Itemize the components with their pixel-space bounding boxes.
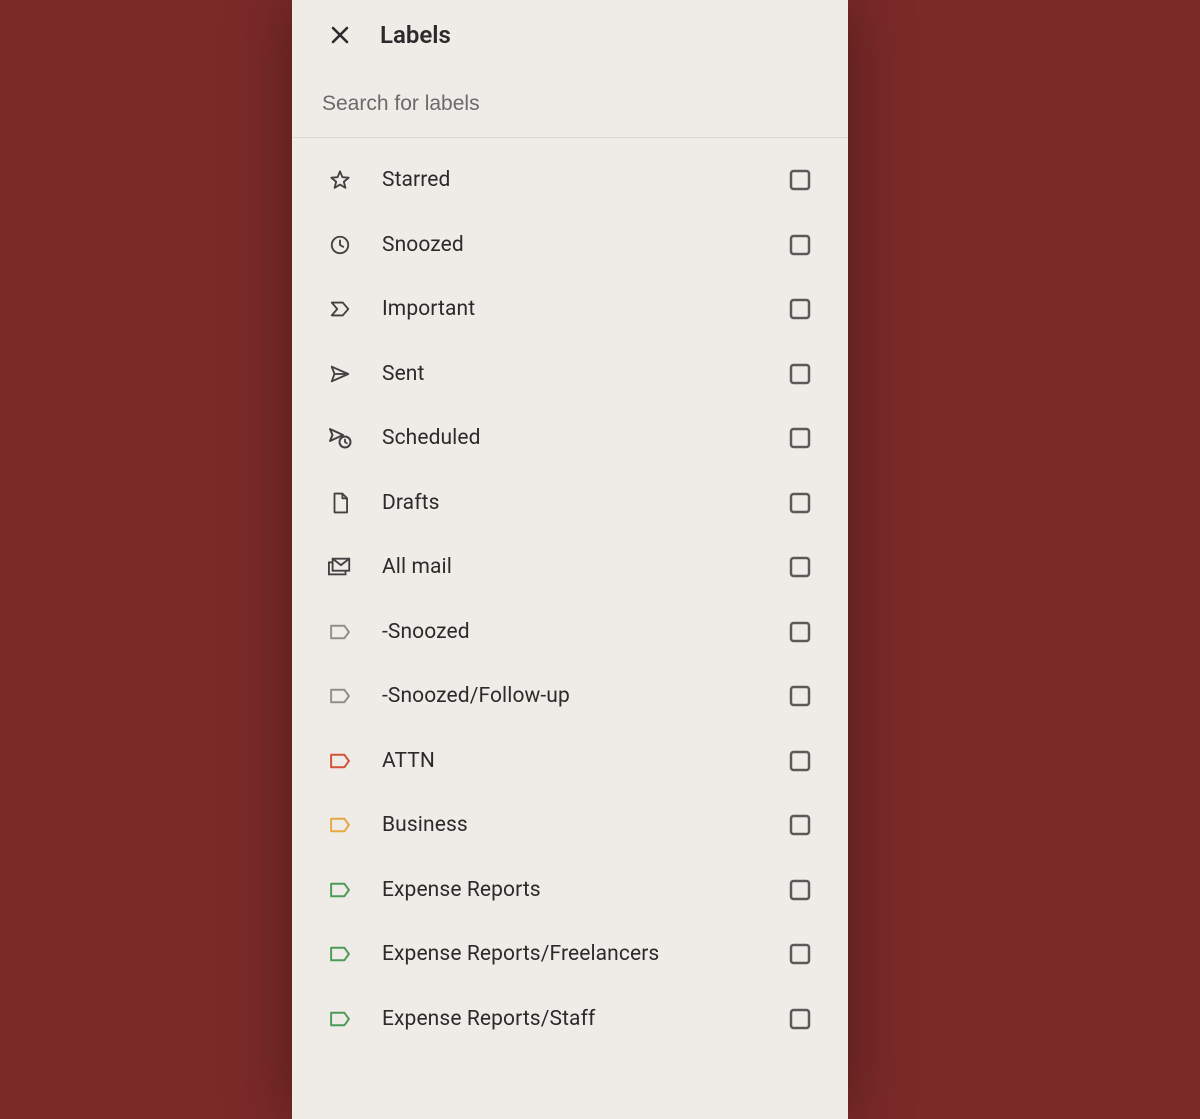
label-list: Starred Snoozed Important Sent Scheduled Draf… — [292, 138, 848, 1051]
label-item-business[interactable]: Business — [292, 793, 848, 858]
panel-header: Labels — [292, 0, 848, 70]
label-checkbox[interactable] — [788, 749, 812, 773]
file-icon — [328, 491, 352, 515]
label-text: Business — [382, 813, 788, 837]
label-icon — [328, 749, 352, 773]
label-text: ATTN — [382, 749, 788, 773]
label-icon — [328, 813, 352, 837]
label-item-attn[interactable]: ATTN — [292, 729, 848, 794]
label-checkbox[interactable] — [788, 620, 812, 644]
label-checkbox[interactable] — [788, 555, 812, 579]
close-button[interactable] — [320, 15, 360, 55]
label-item-expense-freelancers[interactable]: Expense Reports/Freelancers — [292, 922, 848, 987]
label-item-starred[interactable]: Starred — [292, 148, 848, 213]
label-icon — [328, 878, 352, 902]
label-checkbox[interactable] — [788, 878, 812, 902]
label-text: Important — [382, 297, 788, 321]
close-icon — [328, 23, 352, 47]
label-checkbox[interactable] — [788, 426, 812, 450]
label-icon — [328, 1007, 352, 1031]
label-item-sent[interactable]: Sent — [292, 342, 848, 407]
label-checkbox[interactable] — [788, 297, 812, 321]
label-icon — [328, 684, 352, 708]
label-text: Expense Reports — [382, 878, 788, 902]
label-item-scheduled[interactable]: Scheduled — [292, 406, 848, 471]
clock-icon — [328, 233, 352, 257]
label-checkbox[interactable] — [788, 813, 812, 837]
label-text: Expense Reports/Freelancers — [382, 942, 788, 966]
label-item-expense-staff[interactable]: Expense Reports/Staff — [292, 987, 848, 1052]
star-icon — [328, 168, 352, 192]
label-checkbox[interactable] — [788, 233, 812, 257]
labels-panel: Labels Starred Snoozed Important Sent Schedu… — [292, 0, 848, 1119]
label-text: Drafts — [382, 491, 788, 515]
label-icon — [328, 620, 352, 644]
label-item-neg-snoozed[interactable]: -Snoozed — [292, 600, 848, 665]
label-checkbox[interactable] — [788, 1007, 812, 1031]
label-text: Sent — [382, 362, 788, 386]
label-text: All mail — [382, 555, 788, 579]
search-input[interactable] — [320, 91, 848, 117]
label-item-expense-reports[interactable]: Expense Reports — [292, 858, 848, 923]
label-text: Expense Reports/Staff — [382, 1007, 788, 1031]
panel-title: Labels — [380, 21, 451, 49]
send-icon — [328, 362, 352, 386]
label-text: Scheduled — [382, 426, 788, 450]
label-item-important[interactable]: Important — [292, 277, 848, 342]
label-checkbox[interactable] — [788, 491, 812, 515]
label-checkbox[interactable] — [788, 362, 812, 386]
search-row — [292, 70, 848, 138]
label-icon — [328, 942, 352, 966]
label-item-allmail[interactable]: All mail — [292, 535, 848, 600]
label-item-drafts[interactable]: Drafts — [292, 471, 848, 536]
label-text: Snoozed — [382, 233, 788, 257]
label-item-neg-snoozed-followup[interactable]: -Snoozed/Follow-up — [292, 664, 848, 729]
scheduled-icon — [328, 426, 352, 450]
important-icon — [328, 297, 352, 321]
label-checkbox[interactable] — [788, 942, 812, 966]
label-text: -Snoozed/Follow-up — [382, 684, 788, 708]
allmail-icon — [328, 555, 352, 579]
label-checkbox[interactable] — [788, 168, 812, 192]
label-text: Starred — [382, 168, 788, 192]
label-text: -Snoozed — [382, 620, 788, 644]
label-checkbox[interactable] — [788, 684, 812, 708]
label-item-snoozed[interactable]: Snoozed — [292, 213, 848, 278]
